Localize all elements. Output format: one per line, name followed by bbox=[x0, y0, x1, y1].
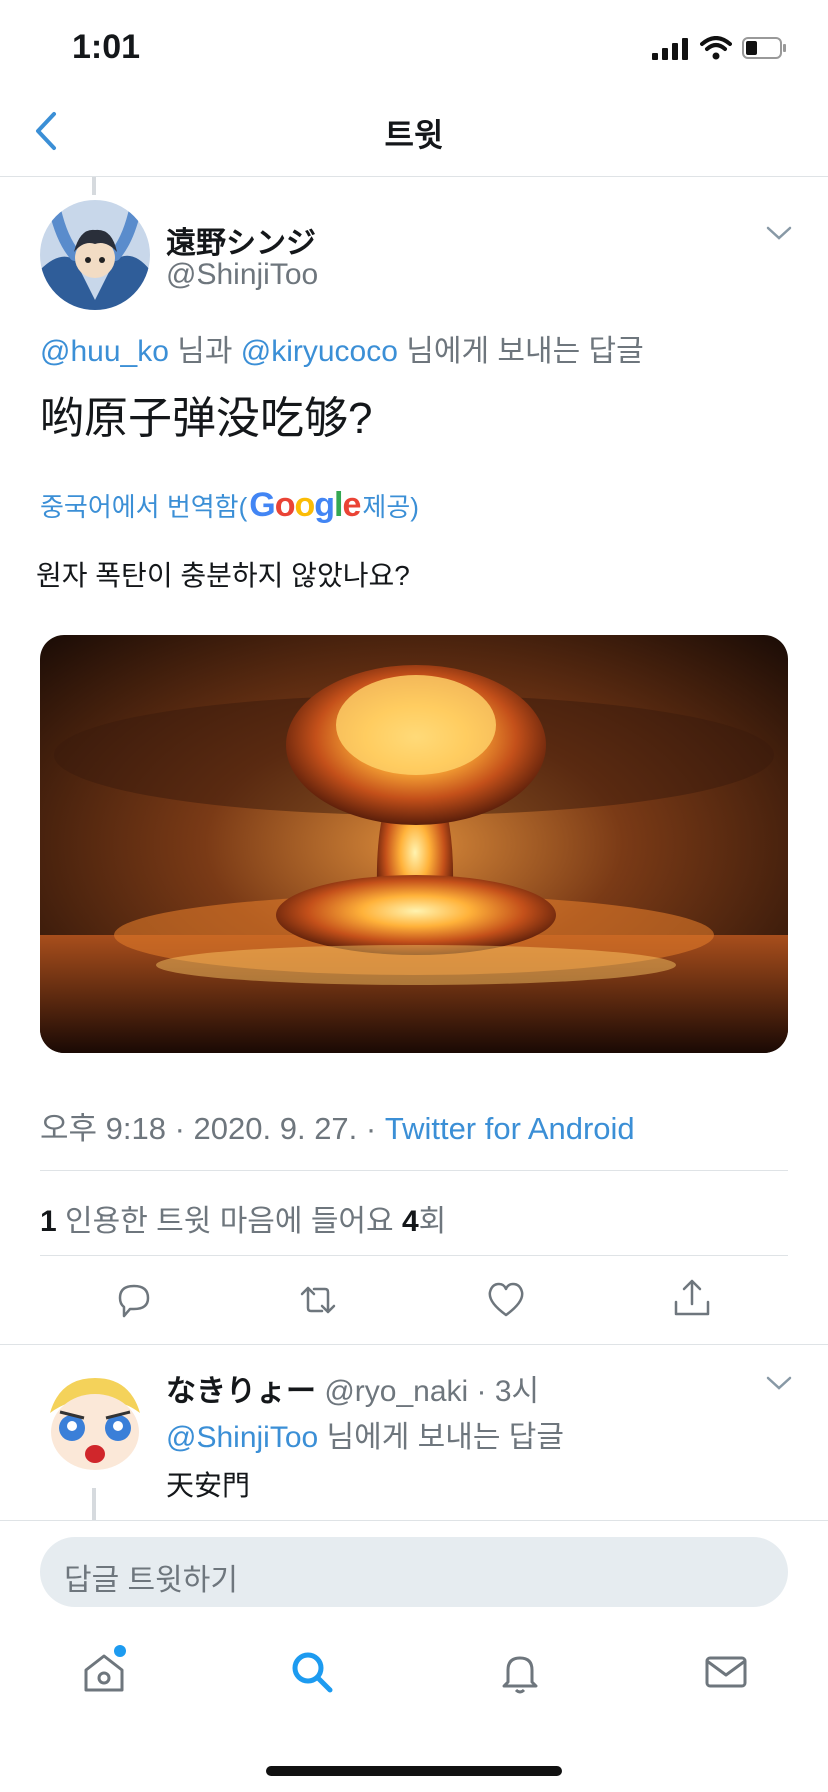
translation-attribution[interactable]: 중국어에서 번역함( Google 제공) bbox=[40, 486, 419, 525]
tweet-meta: 오후 9:18 · 2020. 9. 27. · Twitter for And… bbox=[40, 1103, 635, 1148]
author-handle[interactable]: @ShinjiToo bbox=[166, 258, 318, 292]
divider bbox=[0, 1344, 828, 1345]
quote-label: 인용한 트윗 마음에 들어요 bbox=[56, 1205, 402, 1238]
divider bbox=[40, 1170, 788, 1171]
mail-icon[interactable] bbox=[702, 1648, 750, 1696]
heart-icon[interactable] bbox=[484, 1278, 528, 1322]
tweet-image[interactable] bbox=[40, 635, 788, 1053]
source-link[interactable]: Twitter for Android bbox=[385, 1111, 635, 1146]
reply-time: · 3시 bbox=[468, 1375, 540, 1408]
compose-placeholder: 답글 트윗하기 bbox=[64, 1564, 238, 1597]
reply-author-name[interactable]: なきりょー bbox=[166, 1375, 316, 1408]
author-name[interactable]: 遠野シンジ bbox=[166, 218, 316, 262]
reply-context: @huu_ko 님과 @kiryucoco 님에게 보내는 답글 bbox=[40, 326, 644, 370]
action-bar bbox=[0, 1276, 828, 1326]
retweet-icon[interactable] bbox=[296, 1278, 340, 1322]
reply-avatar[interactable] bbox=[40, 1368, 150, 1478]
like-count: 4 bbox=[401, 1205, 419, 1238]
header-divider bbox=[0, 176, 828, 177]
reply-connector: 님과 bbox=[168, 335, 241, 368]
home-indicator bbox=[266, 1766, 562, 1776]
avatar[interactable] bbox=[40, 200, 150, 310]
wifi-icon bbox=[700, 36, 732, 60]
reply-text: 天安門 bbox=[166, 1470, 251, 1501]
tweet-text: 哟原子弹没吃够? bbox=[40, 394, 373, 443]
tweet-stats[interactable]: 1 인용한 트윗 마음에 들어요 4회 bbox=[40, 1196, 446, 1240]
reply-icon[interactable] bbox=[112, 1278, 156, 1322]
search-icon[interactable] bbox=[288, 1648, 336, 1696]
reply-header: なきりょー @ryo_naki · 3시 bbox=[166, 1366, 539, 1410]
mention-link[interactable]: @ShinjiToo bbox=[166, 1421, 318, 1454]
thread-line bbox=[92, 1488, 96, 1520]
reply-author-handle[interactable]: @ryo_naki bbox=[324, 1375, 468, 1408]
bell-icon[interactable] bbox=[496, 1648, 544, 1696]
translate-prefix: 중국어에서 번역함( bbox=[40, 492, 248, 522]
notification-dot bbox=[114, 1645, 126, 1657]
reply-suffix: 님에게 보내는 답글 bbox=[397, 335, 644, 368]
signal-icon bbox=[652, 38, 688, 60]
share-icon[interactable] bbox=[670, 1276, 714, 1320]
reply-suffix: 님에게 보내는 답글 bbox=[318, 1421, 565, 1454]
divider bbox=[40, 1255, 788, 1256]
reply-compose-input[interactable]: 답글 트윗하기 bbox=[40, 1537, 788, 1607]
thread-line bbox=[92, 177, 96, 195]
mention-link[interactable]: @kiryucoco bbox=[241, 335, 398, 368]
status-time: 1:01 bbox=[72, 28, 141, 66]
divider bbox=[0, 1520, 828, 1521]
translated-text: 원자 폭탄이 충분하지 않았나요? bbox=[36, 560, 410, 591]
quote-count: 1 bbox=[40, 1205, 57, 1238]
timestamp: 오후 9:18 · 2020. 9. 27. · bbox=[40, 1111, 385, 1146]
google-logo: Google bbox=[249, 486, 361, 524]
like-label: 회 bbox=[418, 1205, 447, 1238]
chevron-down-icon[interactable] bbox=[766, 1374, 792, 1392]
battery-icon bbox=[742, 37, 786, 59]
mention-link[interactable]: @huu_ko bbox=[40, 335, 169, 368]
reply-context: @ShinjiToo 님에게 보내는 답글 bbox=[166, 1412, 564, 1456]
chevron-down-icon[interactable] bbox=[766, 224, 792, 242]
page-title: 트윗 bbox=[384, 117, 444, 153]
translate-suffix: 제공) bbox=[362, 492, 419, 522]
